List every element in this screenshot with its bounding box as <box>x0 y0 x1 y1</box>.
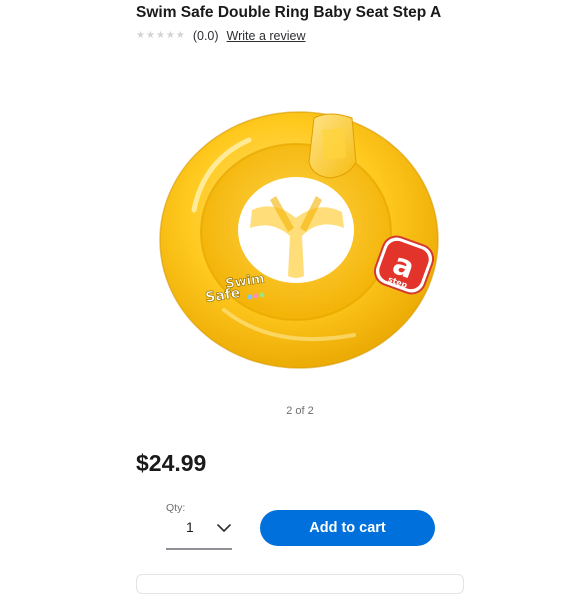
product-image[interactable]: Swim Safe a step <box>154 100 444 380</box>
qty-value: 1 <box>186 519 194 535</box>
bottom-card <box>136 574 464 594</box>
quantity-select[interactable]: 1 <box>166 514 232 550</box>
star-rating: ★ ★ ★ ★ ★ <box>136 31 185 41</box>
price: $24.99 <box>136 450 207 476</box>
add-to-cart-button[interactable]: Add to cart <box>260 510 435 546</box>
star-icon: ★ <box>165 30 175 41</box>
write-review-link[interactable]: Write a review <box>227 29 306 43</box>
star-icon: ★ <box>145 30 155 41</box>
star-icon: ★ <box>155 30 165 41</box>
product-title: Swim Safe Double Ring Baby Seat Step A <box>136 4 442 21</box>
rating-row: ★ ★ ★ ★ ★ (0.0) Write a review <box>136 28 306 44</box>
inflatable-baby-seat-image: Swim Safe a step <box>159 111 439 369</box>
qty-label: Qty: <box>166 502 186 514</box>
star-icon: ★ <box>136 30 145 41</box>
chevron-down-icon <box>217 524 231 532</box>
rating-count: (0.0) <box>192 29 219 43</box>
image-pager: 2 of 2 <box>286 405 314 417</box>
star-icon: ★ <box>175 30 185 41</box>
